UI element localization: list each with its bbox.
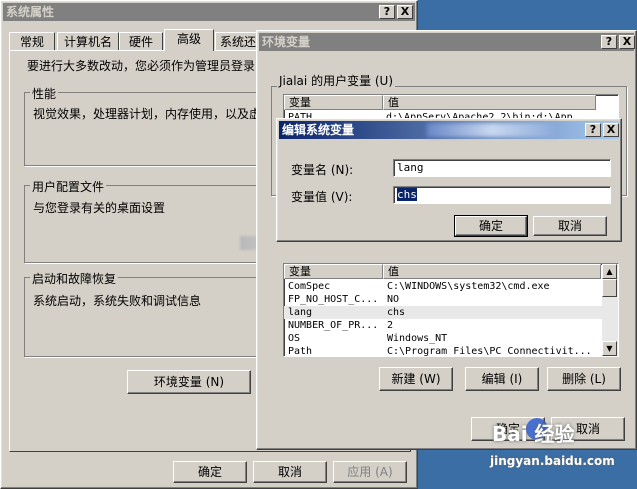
performance-text: 视觉效果，处理器计划，内存使用，以及虚 — [33, 107, 262, 121]
sysprops-titlebar[interactable]: 系统属性 — [3, 3, 415, 21]
close-button[interactable]: X — [397, 5, 413, 19]
edit-system-variable-dialog: 编辑系统变量 ? X 变量名 (N): lang 变量值 (V): chs 确定… — [276, 118, 622, 242]
edit-cancel-button[interactable]: 取消 — [533, 216, 607, 236]
title-redacted-region — [427, 123, 557, 137]
edit-dialog-title: 编辑系统变量 — [282, 123, 355, 137]
variable-name: lang — [288, 307, 313, 318]
user-variables-legend: Jialai 的用户变量 (U) — [277, 72, 396, 89]
variable-value: C:\WINDOWS\system32\cmd.exe — [387, 281, 550, 292]
sysprops-ok-button[interactable]: 确定 — [173, 461, 247, 483]
baidu-watermark: Bai 经验 jingyan.baidu.com — [486, 416, 636, 476]
help-button[interactable]: ? — [585, 123, 601, 137]
column-header-variable[interactable]: 变量 — [284, 264, 383, 279]
close-button[interactable]: X — [603, 123, 619, 137]
column-header-value[interactable]: 值 — [383, 264, 601, 279]
variable-name-field[interactable]: lang — [393, 159, 611, 177]
variable-name: ComSpec — [288, 281, 331, 292]
performance-group — [24, 92, 264, 166]
system-variables-list[interactable]: 变量 值 ComSpec C:\WINDOWS\system32\cmd.exe … — [283, 263, 619, 357]
variable-value-text: chs — [397, 188, 417, 201]
baidu-site: jingyan.baidu.com — [490, 454, 615, 468]
variable-value-field[interactable]: chs — [393, 186, 611, 204]
startup-recovery-text: 系统启动，系统失败和调试信息 — [33, 294, 202, 308]
scroll-up-icon[interactable]: ▲ — [602, 264, 617, 279]
list-item[interactable]: Path C:\Program Files\PC Connectivit... — [284, 345, 602, 357]
variable-name: Path — [288, 346, 313, 357]
tab-computer-name[interactable]: 计算机名 — [57, 32, 119, 51]
variable-value-label: 变量值 (V): — [291, 190, 353, 204]
envvars-title: 环境变量 — [262, 35, 311, 49]
new-variable-button[interactable]: 新建 (W) — [379, 367, 453, 391]
close-button[interactable]: X — [619, 35, 635, 49]
variable-name: OS — [288, 333, 301, 344]
baidu-brand: Bai 经验 — [492, 422, 575, 446]
user-profile-group — [24, 185, 264, 263]
variable-name: NUMBER_OF_PR... — [288, 320, 379, 331]
list-item[interactable]: ComSpec C:\WINDOWS\system32\cmd.exe — [284, 280, 602, 293]
edit-variable-button[interactable]: 编辑 (I) — [465, 367, 539, 391]
user-profile-legend: 用户配置文件 — [30, 178, 107, 195]
sysprops-title: 系统属性 — [6, 5, 55, 19]
environment-variables-button[interactable]: 环境变量 (N) — [127, 370, 251, 394]
delete-variable-button[interactable]: 删除 (L) — [547, 367, 621, 391]
tab-system-restore[interactable]: 系统还 — [215, 32, 261, 51]
envvars-titlebar[interactable]: 环境变量 — [259, 33, 634, 51]
variable-value: NO — [387, 294, 400, 305]
variable-value: chs — [387, 307, 406, 318]
sysprops-cancel-button[interactable]: 取消 — [253, 461, 327, 483]
sysprops-apply-button[interactable]: 应用 (A) — [333, 461, 407, 483]
help-button[interactable]: ? — [601, 35, 617, 49]
tab-general[interactable]: 常规 — [9, 32, 55, 51]
startup-recovery-legend: 启动和故障恢复 — [30, 270, 119, 287]
variable-name: FP_NO_HOST_C... — [288, 294, 379, 305]
variable-value: Windows_NT — [387, 333, 448, 344]
admin-note: 要进行大多数改动，您必须作为管理员登录 — [27, 59, 256, 73]
list-item[interactable]: NUMBER_OF_PR... 2 — [284, 319, 602, 332]
variable-value: C:\Program Files\PC Connectivit... — [387, 346, 592, 357]
variable-value: 2 — [387, 320, 394, 331]
scroll-thumb[interactable] — [602, 279, 617, 297]
list-item-selected[interactable]: lang chs — [284, 306, 602, 319]
column-header-value[interactable]: 值 — [383, 95, 596, 110]
help-button[interactable]: ? — [379, 5, 395, 19]
list-item[interactable]: OS Windows_NT — [284, 332, 602, 345]
column-header-variable[interactable]: 变量 — [284, 95, 383, 110]
performance-legend: 性能 — [30, 85, 59, 102]
startup-recovery-group — [24, 277, 264, 357]
user-profile-text: 与您登录有关的桌面设置 — [33, 201, 166, 215]
tab-hardware[interactable]: 硬件 — [119, 32, 163, 51]
tab-advanced[interactable]: 高级 — [164, 29, 214, 51]
variable-name-value: lang — [397, 161, 424, 174]
edit-ok-button[interactable]: 确定 — [454, 215, 528, 237]
list-item[interactable]: FP_NO_HOST_C... NO — [284, 293, 602, 306]
variable-name-label: 变量名 (N): — [291, 163, 354, 177]
scroll-down-icon[interactable]: ▼ — [602, 341, 617, 356]
vertical-scrollbar[interactable]: ▲ ▼ — [602, 264, 618, 356]
